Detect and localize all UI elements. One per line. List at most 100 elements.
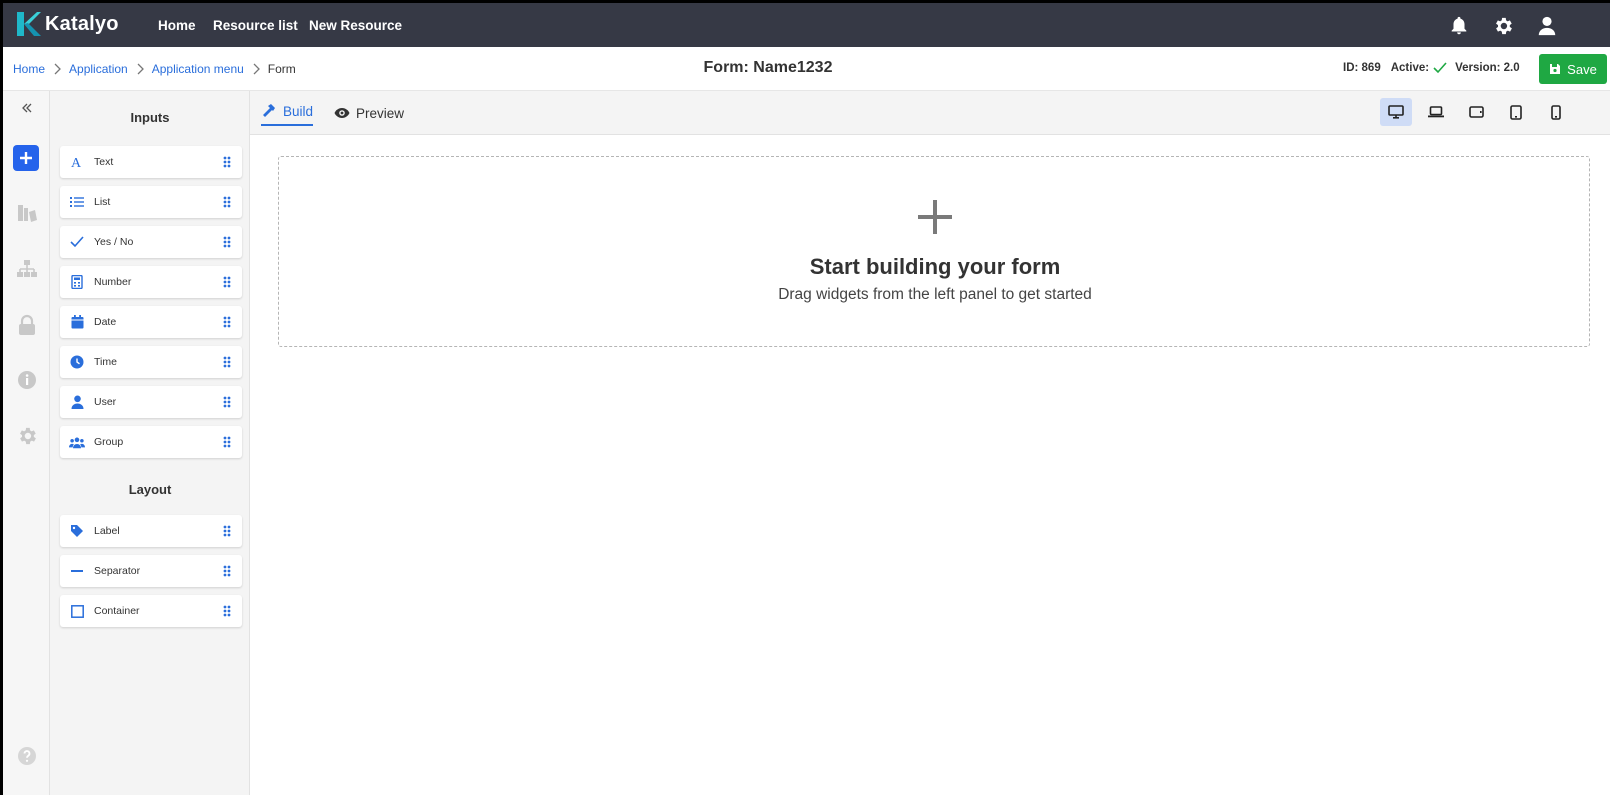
widget-label: Date xyxy=(94,316,117,328)
drag-handle-icon[interactable] xyxy=(223,236,231,248)
user-icon xyxy=(69,394,85,410)
form-meta: ID: 869 Active: Version: 2.0 xyxy=(1343,62,1524,74)
inputs-heading: Inputs xyxy=(130,110,170,125)
widget-label: Separator xyxy=(94,565,141,577)
lock-icon xyxy=(19,314,35,335)
eye-icon xyxy=(334,108,350,118)
drag-handle-icon[interactable] xyxy=(223,565,231,577)
device-mobile-button[interactable] xyxy=(1540,98,1572,126)
calendar-icon xyxy=(69,314,85,330)
drag-handle-icon[interactable] xyxy=(223,396,231,408)
icon-rail xyxy=(3,91,50,795)
layout-heading: Layout xyxy=(128,482,172,497)
widget-list[interactable]: List xyxy=(60,186,242,218)
widget-container[interactable]: Container xyxy=(60,595,242,627)
widget-text[interactable]: A Text xyxy=(60,146,242,178)
top-navbar: Katalyo Home Resource list New Resource xyxy=(3,3,1610,47)
hierarchy-rail-button[interactable] xyxy=(13,255,41,283)
collapse-panel-button[interactable] xyxy=(13,94,41,122)
square-icon xyxy=(69,603,85,619)
widget-group[interactable]: Group xyxy=(60,426,242,458)
drag-handle-icon[interactable] xyxy=(223,156,231,168)
form-header: Home Application Application menu Form F… xyxy=(3,47,1610,91)
widget-label: Yes / No xyxy=(94,236,134,248)
tag-icon xyxy=(69,523,85,539)
info-rail-button[interactable] xyxy=(13,366,41,394)
device-tablet-landscape-button[interactable] xyxy=(1460,98,1492,126)
tablet-landscape-icon xyxy=(1468,106,1484,118)
drag-handle-icon[interactable] xyxy=(223,356,231,368)
bell-icon[interactable] xyxy=(1448,15,1470,37)
device-laptop-button[interactable] xyxy=(1420,98,1452,126)
save-icon xyxy=(1550,64,1561,74)
calculator-icon xyxy=(69,274,85,290)
minus-icon xyxy=(69,563,85,579)
gear-icon[interactable] xyxy=(1492,15,1514,37)
widget-user[interactable]: User xyxy=(60,386,242,418)
widget-label: User xyxy=(94,396,117,408)
widget-separator[interactable]: Separator xyxy=(60,555,242,587)
tablet-icon xyxy=(1510,104,1522,120)
hammer-icon xyxy=(263,104,275,117)
resources-rail-button[interactable] xyxy=(13,199,41,227)
text-icon: A xyxy=(69,154,85,170)
brand-name: Katalyo xyxy=(45,12,119,35)
nav-resource-list[interactable]: Resource list xyxy=(213,18,298,33)
form-canvas-area: Build Preview Start building your form D… xyxy=(250,91,1610,795)
widget-label-element[interactable]: Label xyxy=(60,515,242,547)
nav-new-resource[interactable]: New Resource xyxy=(309,18,402,33)
form-id: ID: 869 xyxy=(1343,62,1381,74)
laptop-icon xyxy=(1428,106,1444,118)
device-tablet-button[interactable] xyxy=(1500,98,1532,126)
plus-icon xyxy=(20,152,32,164)
desktop-icon xyxy=(1388,105,1404,119)
mobile-icon xyxy=(1551,104,1561,120)
widget-label: Time xyxy=(94,356,117,368)
active-check-icon xyxy=(1433,62,1447,74)
dropzone-title: Start building your form xyxy=(809,254,1061,279)
sitemap-icon xyxy=(17,260,37,277)
widget-label: Number xyxy=(94,276,132,288)
widget-label: Group xyxy=(94,436,124,448)
gear-icon xyxy=(20,427,36,445)
katalyo-logo-icon xyxy=(17,12,41,36)
widget-panel: Inputs A Text List Yes / No Number Date … xyxy=(50,91,250,795)
drag-handle-icon[interactable] xyxy=(223,525,231,537)
plus-icon xyxy=(918,200,952,234)
version-label: Version: 2.0 xyxy=(1455,62,1520,74)
books-icon xyxy=(18,205,37,222)
form-dropzone[interactable]: Start building your form Drag widgets fr… xyxy=(278,156,1590,347)
widget-label: Label xyxy=(94,525,120,537)
drag-handle-icon[interactable] xyxy=(223,436,231,448)
info-icon xyxy=(18,371,36,389)
widget-time[interactable]: Time xyxy=(60,346,242,378)
active-label: Active: xyxy=(1390,62,1430,74)
builder-toolbar: Build Preview xyxy=(250,91,1610,135)
tab-preview[interactable]: Preview xyxy=(334,100,404,126)
user-account-icon[interactable] xyxy=(1536,15,1558,37)
widget-number[interactable]: Number xyxy=(60,266,242,298)
dropzone-subtitle: Drag widgets from the left panel to get … xyxy=(778,286,1092,303)
drag-handle-icon[interactable] xyxy=(223,196,231,208)
page-title: Form: Name1232 xyxy=(703,59,833,76)
help-rail-button[interactable] xyxy=(13,742,41,770)
nav-home[interactable]: Home xyxy=(158,18,196,33)
double-chevron-left-icon xyxy=(22,103,32,113)
drag-handle-icon[interactable] xyxy=(223,605,231,617)
tab-build[interactable]: Build xyxy=(261,100,314,126)
svg-text:A: A xyxy=(71,156,82,169)
permissions-rail-button[interactable] xyxy=(13,311,41,339)
drag-handle-icon[interactable] xyxy=(223,316,231,328)
widget-yes-no[interactable]: Yes / No xyxy=(60,226,242,258)
settings-rail-button[interactable] xyxy=(13,422,41,450)
widget-label: List xyxy=(94,196,111,208)
tab-build-label: Build xyxy=(283,103,314,119)
drag-handle-icon[interactable] xyxy=(223,276,231,288)
add-widget-button[interactable] xyxy=(13,145,39,171)
brand-logo[interactable]: Katalyo xyxy=(15,9,119,39)
widget-label: Text xyxy=(94,156,114,168)
help-icon xyxy=(18,747,36,765)
widget-date[interactable]: Date xyxy=(60,306,242,338)
device-desktop-button[interactable] xyxy=(1380,98,1412,126)
save-button[interactable]: Save xyxy=(1539,54,1607,84)
